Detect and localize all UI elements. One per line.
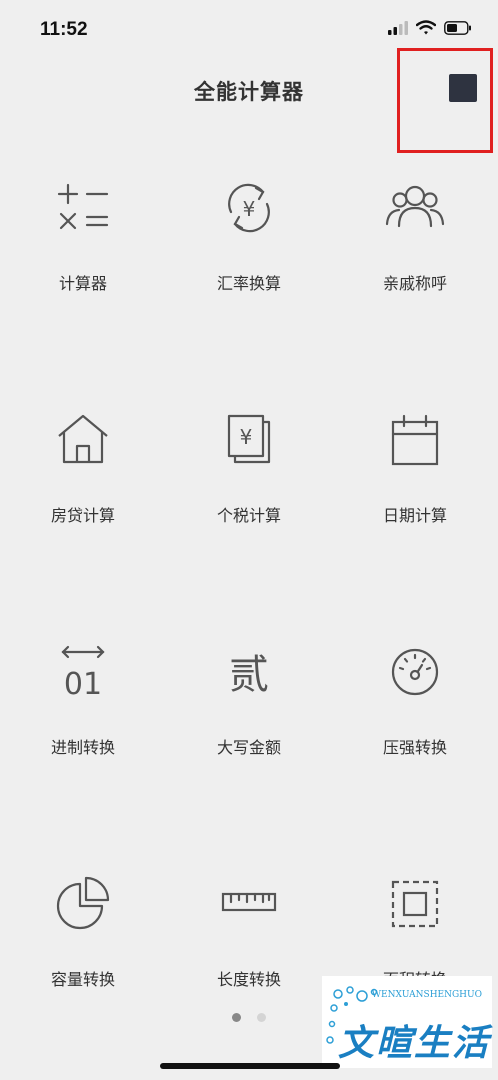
status-icons bbox=[388, 20, 472, 35]
tool-label: 进制转换 bbox=[50, 738, 115, 757]
binary-glyph: 01 bbox=[64, 667, 102, 702]
watermark-small-text: WENXUANSHENGHUO bbox=[371, 990, 482, 1000]
tool-label: 容量转换 bbox=[50, 970, 115, 989]
page-dot-active[interactable] bbox=[232, 1013, 242, 1022]
numeral-glyph: 贰 bbox=[229, 652, 269, 698]
watermark-logo: WENXUANSHENGHUO 文暄生活 bbox=[322, 976, 492, 1068]
tool-label: 压强转换 bbox=[382, 738, 447, 757]
pressure-gauge-icon bbox=[385, 642, 445, 702]
tool-length[interactable]: 长度转换 bbox=[166, 866, 332, 1006]
tool-currency-exchange[interactable]: ¥ 汇率换算 bbox=[166, 170, 332, 310]
tool-mortgage[interactable]: 房贷计算 bbox=[0, 402, 166, 542]
tool-date[interactable]: 日期计算 bbox=[332, 402, 498, 542]
battery-icon bbox=[444, 20, 471, 35]
tax-document-icon: ¥ bbox=[219, 410, 279, 470]
tool-label: 房贷计算 bbox=[50, 506, 115, 525]
tool-label: 亲戚称呼 bbox=[382, 274, 447, 293]
tool-pressure[interactable]: 压强转换 bbox=[332, 634, 498, 774]
tool-label: 日期计算 bbox=[382, 506, 447, 525]
yuan-glyph: ¥ bbox=[243, 197, 256, 221]
tool-label: 大写金额 bbox=[216, 738, 281, 757]
highlight-box bbox=[397, 48, 493, 153]
area-icon bbox=[385, 874, 445, 934]
house-icon bbox=[53, 410, 113, 470]
binary-icon: 01 bbox=[53, 642, 113, 702]
tool-label: 个税计算 bbox=[216, 506, 281, 525]
tool-calculator[interactable]: 计算器 bbox=[0, 170, 166, 310]
calculator-icon bbox=[53, 178, 113, 238]
tool-label: 汇率换算 bbox=[216, 274, 281, 293]
relatives-icon bbox=[385, 178, 445, 238]
watermark-big-text: 文暄生活 bbox=[338, 1023, 491, 1064]
yuan-glyph: ¥ bbox=[240, 425, 253, 449]
status-time: 11:52 bbox=[40, 19, 88, 40]
chinese-numeral-icon: 贰 bbox=[219, 642, 279, 702]
tool-income-tax[interactable]: ¥ 个税计算 bbox=[166, 402, 332, 542]
tool-label: 长度转换 bbox=[216, 970, 281, 989]
tool-label: 计算器 bbox=[58, 274, 107, 293]
stop-button[interactable] bbox=[449, 74, 477, 102]
tool-capital-amount[interactable]: 贰 大写金额 bbox=[166, 634, 332, 774]
calendar-icon bbox=[385, 410, 445, 470]
tool-volume[interactable]: 容量转换 bbox=[0, 866, 166, 1006]
tool-base-conversion[interactable]: 01 进制转换 bbox=[0, 634, 166, 774]
pie-chart-icon bbox=[53, 874, 113, 934]
tool-relatives[interactable]: 亲戚称呼 bbox=[332, 170, 498, 310]
currency-exchange-icon: ¥ bbox=[219, 178, 279, 238]
tool-grid: 计算器 ¥ 汇率换算 亲戚称呼 房贷计算 ¥ 个税计算 日期计算 01 进制转换… bbox=[0, 170, 498, 990]
wifi-icon bbox=[416, 20, 436, 35]
home-indicator[interactable] bbox=[160, 1063, 340, 1069]
cellular-signal-icon bbox=[388, 20, 408, 35]
ruler-icon bbox=[219, 874, 279, 934]
page-dot[interactable] bbox=[256, 1013, 266, 1022]
